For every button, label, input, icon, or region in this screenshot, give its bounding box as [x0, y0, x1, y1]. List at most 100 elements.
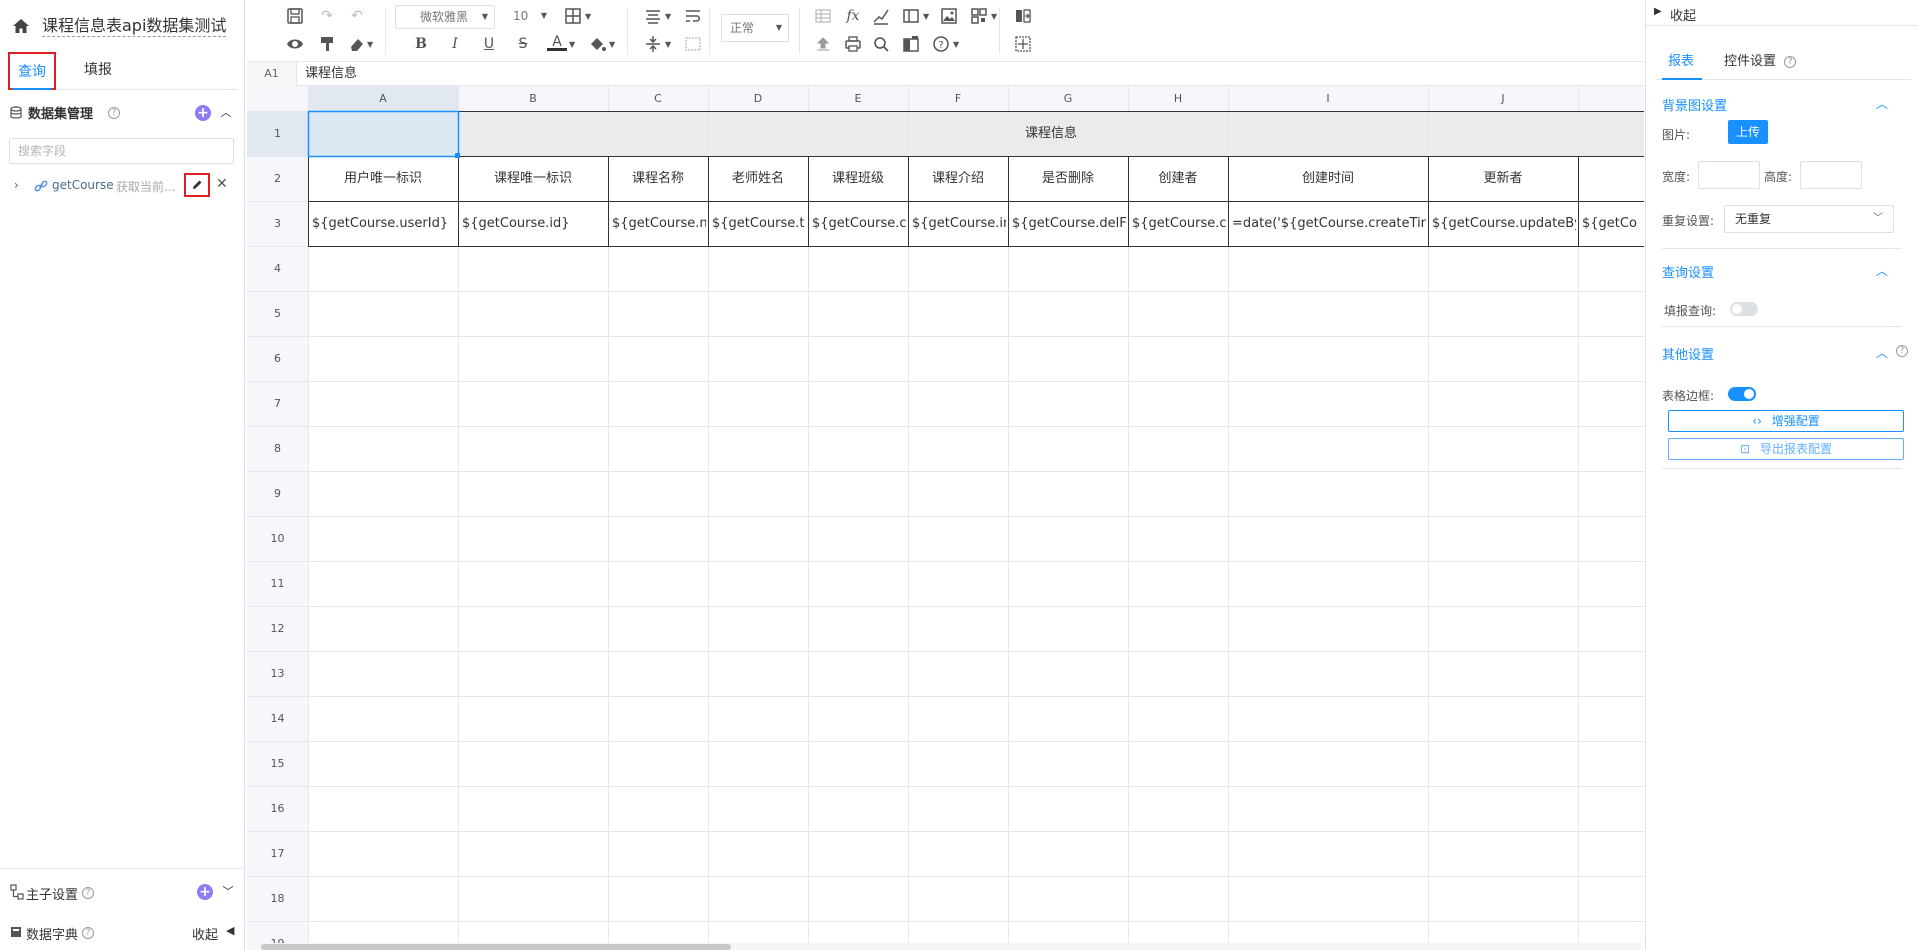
font-color-button[interactable]: A: [547, 33, 567, 51]
horizontal-align-icon[interactable]: [643, 6, 663, 26]
header-cell[interactable]: 更新者: [1428, 156, 1578, 201]
help-icon[interactable]: ?: [108, 107, 120, 119]
edit-dataset-button[interactable]: [184, 173, 210, 197]
header-cell[interactable]: 课程唯一标识: [458, 156, 608, 201]
template-cell[interactable]: ${getCourse.userId}: [308, 201, 456, 246]
grid-expand-icon[interactable]: [1013, 34, 1033, 54]
strikethrough-button[interactable]: S: [513, 34, 533, 54]
upload-icon[interactable]: [813, 34, 833, 54]
tab-report[interactable]: 报表: [1668, 50, 1694, 69]
font-size-select[interactable]: 10 ▼: [505, 5, 553, 29]
tab-widget-settings[interactable]: 控件设置 ?: [1724, 50, 1797, 69]
add-master-sub-icon[interactable]: +: [197, 884, 213, 900]
merged-title-cell[interactable]: 课程信息: [458, 111, 1644, 156]
header-cell[interactable]: 用户唯一标识: [308, 156, 458, 201]
column-header[interactable]: I: [1228, 86, 1428, 111]
caret-down-icon[interactable]: ▼: [585, 12, 591, 21]
header-cell[interactable]: 课程名称: [608, 156, 708, 201]
chart-brush-icon[interactable]: [871, 6, 891, 26]
bold-button[interactable]: B: [411, 34, 431, 54]
template-cell[interactable]: ${getCourse.t: [708, 201, 806, 246]
column-header[interactable]: G: [1008, 86, 1128, 111]
fill-color-bucket-icon[interactable]: [587, 34, 607, 54]
caret-left-icon[interactable]: ◀: [226, 924, 234, 937]
row-header[interactable]: 9: [247, 471, 308, 516]
dataset-name[interactable]: getCourse: [52, 178, 114, 192]
add-dataset-icon[interactable]: +: [195, 105, 211, 121]
template-cell[interactable]: ${getCourse.id}: [458, 201, 606, 246]
caret-down-icon[interactable]: ▼: [569, 40, 575, 49]
column-header[interactable]: [1578, 86, 1644, 111]
print-icon[interactable]: [843, 34, 863, 54]
export-report-config-button[interactable]: ⊡ 导出报表配置: [1668, 438, 1904, 460]
collapse-dictionary-button[interactable]: 收起: [192, 924, 218, 943]
vertical-align-icon[interactable]: [643, 34, 663, 54]
field-search-input[interactable]: [9, 138, 234, 164]
chevron-up-icon[interactable]: ︿: [1876, 95, 1888, 112]
fill-query-toggle[interactable]: [1730, 302, 1758, 316]
font-family-select[interactable]: 微软雅黑 ▼: [395, 5, 495, 29]
collapse-panel-row[interactable]: ▶ 收起: [1646, 0, 1918, 26]
template-cell[interactable]: ${getCourse.cr: [1128, 201, 1226, 246]
width-input[interactable]: [1698, 161, 1760, 189]
column-header[interactable]: J: [1428, 86, 1578, 111]
chevron-up-icon[interactable]: ︿: [220, 107, 232, 119]
undo-icon[interactable]: ↶: [347, 6, 367, 26]
header-cell[interactable]: 是否删除: [1008, 156, 1128, 201]
row-header[interactable]: 11: [247, 561, 308, 606]
column-header[interactable]: F: [908, 86, 1008, 111]
chevron-down-icon[interactable]: ﹀: [222, 886, 234, 898]
repeat-select[interactable]: 无重复 ﹀: [1724, 205, 1894, 233]
row-header[interactable]: 4: [247, 246, 308, 291]
template-cell[interactable]: ${getCourse.in: [908, 201, 1006, 246]
cell-format-select[interactable]: 正常 ▼: [721, 14, 789, 42]
row-header[interactable]: 13: [247, 651, 308, 696]
chevron-up-icon[interactable]: ︿: [1876, 262, 1888, 279]
header-cell[interactable]: 老师姓名: [708, 156, 808, 201]
eraser-icon[interactable]: [347, 34, 367, 54]
tab-fill[interactable]: 填报: [68, 52, 128, 90]
text-wrap-icon[interactable]: [683, 6, 703, 26]
spreadsheet-grid[interactable]: ABCDEFGHIJ12345678910111213141516171819课…: [247, 86, 1644, 950]
image-icon[interactable]: [939, 6, 959, 26]
template-cell[interactable]: ${getCourse.c: [808, 201, 906, 246]
freeze-panes-icon[interactable]: [901, 34, 921, 54]
row-header[interactable]: 10: [247, 516, 308, 561]
border-grid-icon[interactable]: [563, 6, 583, 26]
delete-dataset-icon[interactable]: ✕: [216, 176, 228, 192]
column-header[interactable]: B: [458, 86, 608, 111]
other-settings-title[interactable]: 其他设置: [1662, 344, 1714, 363]
background-settings-title[interactable]: 背景图设置: [1662, 95, 1727, 114]
format-painter-icon[interactable]: [317, 34, 337, 54]
scrollbar-thumb[interactable]: [261, 944, 731, 950]
chevron-up-icon[interactable]: ︿: [1876, 344, 1888, 361]
formula-input[interactable]: 课程信息: [305, 62, 357, 86]
table-icon[interactable]: [813, 6, 833, 26]
tab-query[interactable]: 查询: [8, 52, 56, 90]
caret-down-icon[interactable]: ▼: [367, 40, 373, 49]
column-header[interactable]: E: [808, 86, 908, 111]
save-icon[interactable]: [285, 6, 305, 26]
qrcode-icon[interactable]: [969, 6, 989, 26]
caret-down-icon[interactable]: ▼: [609, 40, 615, 49]
split-view-icon[interactable]: [1013, 6, 1033, 26]
caret-down-icon[interactable]: ▼: [665, 40, 671, 49]
column-header[interactable]: A: [308, 86, 458, 111]
template-cell[interactable]: ${getCourse.delFl: [1008, 201, 1126, 246]
table-border-toggle[interactable]: [1728, 387, 1756, 401]
row-header[interactable]: 6: [247, 336, 308, 381]
enhance-config-button[interactable]: ‹› 增强配置: [1668, 410, 1904, 432]
redo-icon[interactable]: ↷: [317, 6, 337, 26]
upload-button[interactable]: 上传: [1728, 120, 1768, 144]
home-icon[interactable]: [12, 17, 30, 35]
row-header[interactable]: 18: [247, 876, 308, 921]
caret-right-icon[interactable]: ▶: [1654, 6, 1662, 17]
row-header[interactable]: 14: [247, 696, 308, 741]
query-settings-title[interactable]: 查询设置: [1662, 262, 1714, 281]
help-icon[interactable]: ?: [1896, 345, 1908, 357]
template-cell[interactable]: ${getCourse.n: [608, 201, 706, 246]
header-cell[interactable]: 创建者: [1128, 156, 1228, 201]
dataset-item[interactable]: › getCourse 获取当前... ✕: [10, 173, 235, 197]
column-header[interactable]: H: [1128, 86, 1228, 111]
row-header[interactable]: 17: [247, 831, 308, 876]
